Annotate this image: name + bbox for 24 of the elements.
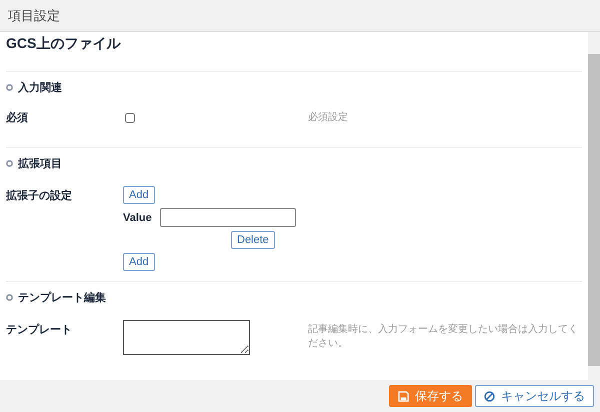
add-button[interactable]: Add <box>123 186 155 204</box>
help-text: 記事編集時に、入力フォームを変更したい場合は入力してください。 <box>308 322 579 350</box>
value-label: Value <box>123 212 152 224</box>
section-heading: テンプレート編集 <box>18 290 106 304</box>
help-text: 必須設定 <box>308 110 349 124</box>
prohibited-icon <box>484 390 495 402</box>
field-label: 必須 <box>6 110 29 125</box>
value-input[interactable] <box>160 208 296 227</box>
delete-button[interactable]: Delete <box>231 231 275 249</box>
circle-icon <box>6 84 13 90</box>
add-button[interactable]: Add <box>123 253 155 271</box>
circle-icon <box>6 160 13 166</box>
scrollbar[interactable] <box>588 32 600 380</box>
field-label: 拡張子の設定 <box>6 188 73 203</box>
cancel-button[interactable]: キャンセルする <box>475 385 594 407</box>
field-name: GCS上のファイル <box>6 32 582 72</box>
field-label: テンプレート <box>6 322 73 337</box>
required-checkbox[interactable] <box>125 113 135 123</box>
template-textarea[interactable] <box>123 320 250 355</box>
section-heading: 入力関連 <box>18 80 62 94</box>
circle-icon <box>6 294 13 300</box>
save-button[interactable]: 保存する <box>389 385 472 407</box>
window-title: 項目設定 <box>8 6 60 24</box>
section-heading: 拡張項目 <box>18 156 62 170</box>
